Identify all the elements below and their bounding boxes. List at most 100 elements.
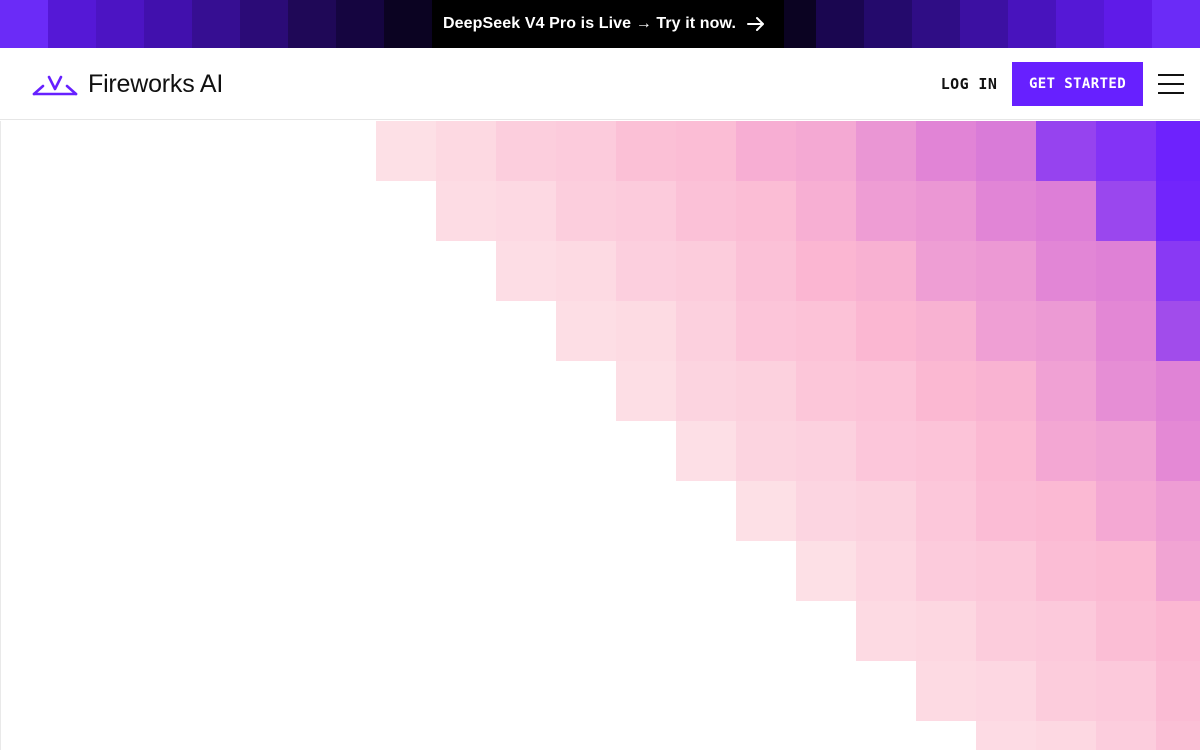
banner-tile: [816, 0, 864, 48]
pattern-tile: [1096, 361, 1156, 421]
pattern-tile: [616, 301, 676, 361]
pattern-tile: [916, 661, 976, 721]
banner-tile: [192, 0, 240, 48]
pattern-tile: [676, 181, 736, 241]
pattern-tile: [676, 301, 736, 361]
pattern-tile: [976, 121, 1036, 181]
pattern-tile: [1096, 541, 1156, 601]
pattern-tile: [856, 481, 916, 541]
pattern-tile: [1036, 421, 1096, 481]
pattern-tile: [1036, 721, 1096, 750]
pattern-tile: [556, 121, 616, 181]
pattern-tile: [1036, 301, 1096, 361]
banner-tile: [1008, 0, 1056, 48]
hamburger-menu-icon[interactable]: [1158, 74, 1184, 94]
pattern-tile: [856, 301, 916, 361]
pattern-tile: [796, 181, 856, 241]
pattern-tile: [616, 121, 676, 181]
pattern-tile: [796, 541, 856, 601]
pattern-tile: [856, 601, 916, 661]
pattern-tile: [676, 361, 736, 421]
pattern-tile: [976, 241, 1036, 301]
pattern-tile: [736, 121, 796, 181]
pattern-tile: [1096, 301, 1156, 361]
pattern-tile: [1156, 121, 1200, 181]
pattern-tile: [976, 601, 1036, 661]
pattern-tile: [916, 241, 976, 301]
pattern-tile: [976, 661, 1036, 721]
pattern-tile: [916, 301, 976, 361]
banner-text: DeepSeek V4 Pro is Live → Try it now.: [443, 15, 736, 32]
pattern-tile: [796, 241, 856, 301]
pattern-tile: [916, 121, 976, 181]
pattern-tile: [976, 721, 1036, 750]
pattern-tile: [916, 361, 976, 421]
login-button[interactable]: LOG IN: [936, 62, 1002, 106]
pattern-tile: [796, 421, 856, 481]
pattern-tile: [556, 301, 616, 361]
banner-tile: [960, 0, 1008, 48]
pattern-tile: [1036, 121, 1096, 181]
pattern-tile: [556, 241, 616, 301]
pattern-tile: [736, 361, 796, 421]
pattern-tile: [856, 421, 916, 481]
pattern-tile: [436, 121, 496, 181]
pattern-tile: [736, 301, 796, 361]
pattern-tile: [1096, 601, 1156, 661]
get-started-button[interactable]: GET STARTED: [1012, 62, 1143, 106]
pattern-tile: [1156, 421, 1200, 481]
pattern-tile: [1156, 181, 1200, 241]
pattern-tile: [1096, 421, 1156, 481]
pattern-tile: [1156, 541, 1200, 601]
pattern-tile: [916, 481, 976, 541]
pattern-tile: [496, 241, 556, 301]
pattern-tile: [856, 181, 916, 241]
pattern-tile: [976, 181, 1036, 241]
pattern-tile: [976, 421, 1036, 481]
pattern-tile: [1036, 601, 1096, 661]
pattern-tile: [1156, 241, 1200, 301]
pattern-tile: [916, 541, 976, 601]
pattern-tile: [1156, 301, 1200, 361]
hero-section: [0, 121, 1200, 750]
banner-tile: [1056, 0, 1104, 48]
pattern-tile: [1096, 661, 1156, 721]
pattern-tile: [1156, 361, 1200, 421]
pattern-tile: [1156, 661, 1200, 721]
pattern-tile: [796, 481, 856, 541]
pattern-tile: [856, 241, 916, 301]
home-logo-link[interactable]: Fireworks AI: [32, 72, 223, 97]
banner-tile: [336, 0, 384, 48]
fireworks-logo-icon: [32, 75, 78, 96]
announcement-banner[interactable]: DeepSeek V4 Pro is Live → Try it now.: [0, 0, 1200, 48]
pattern-tile: [916, 181, 976, 241]
pattern-tile: [496, 181, 556, 241]
banner-tile: [240, 0, 288, 48]
pattern-tile: [1036, 661, 1096, 721]
pattern-tile: [436, 181, 496, 241]
banner-tile: [48, 0, 96, 48]
pattern-tile: [1036, 361, 1096, 421]
pattern-tile: [676, 121, 736, 181]
pattern-tile: [796, 121, 856, 181]
banner-tile: [912, 0, 960, 48]
pattern-tile: [376, 121, 436, 181]
pattern-tile: [1096, 181, 1156, 241]
pattern-tile: [736, 181, 796, 241]
pattern-tile: [796, 361, 856, 421]
pattern-tile: [1096, 721, 1156, 750]
pattern-tile: [916, 601, 976, 661]
pattern-tile: [616, 241, 676, 301]
pattern-tile: [496, 121, 556, 181]
pattern-tile: [736, 481, 796, 541]
banner-link[interactable]: DeepSeek V4 Pro is Live → Try it now.: [432, 0, 784, 48]
pattern-tile: [976, 361, 1036, 421]
pattern-tile: [556, 181, 616, 241]
site-header: Fireworks AI LOG IN GET STARTED: [0, 48, 1200, 120]
pattern-tile: [736, 421, 796, 481]
arrow-right-icon: [747, 17, 764, 31]
pattern-tile: [676, 241, 736, 301]
pattern-tile: [1036, 481, 1096, 541]
pattern-tile: [1036, 241, 1096, 301]
banner-tile: [288, 0, 336, 48]
